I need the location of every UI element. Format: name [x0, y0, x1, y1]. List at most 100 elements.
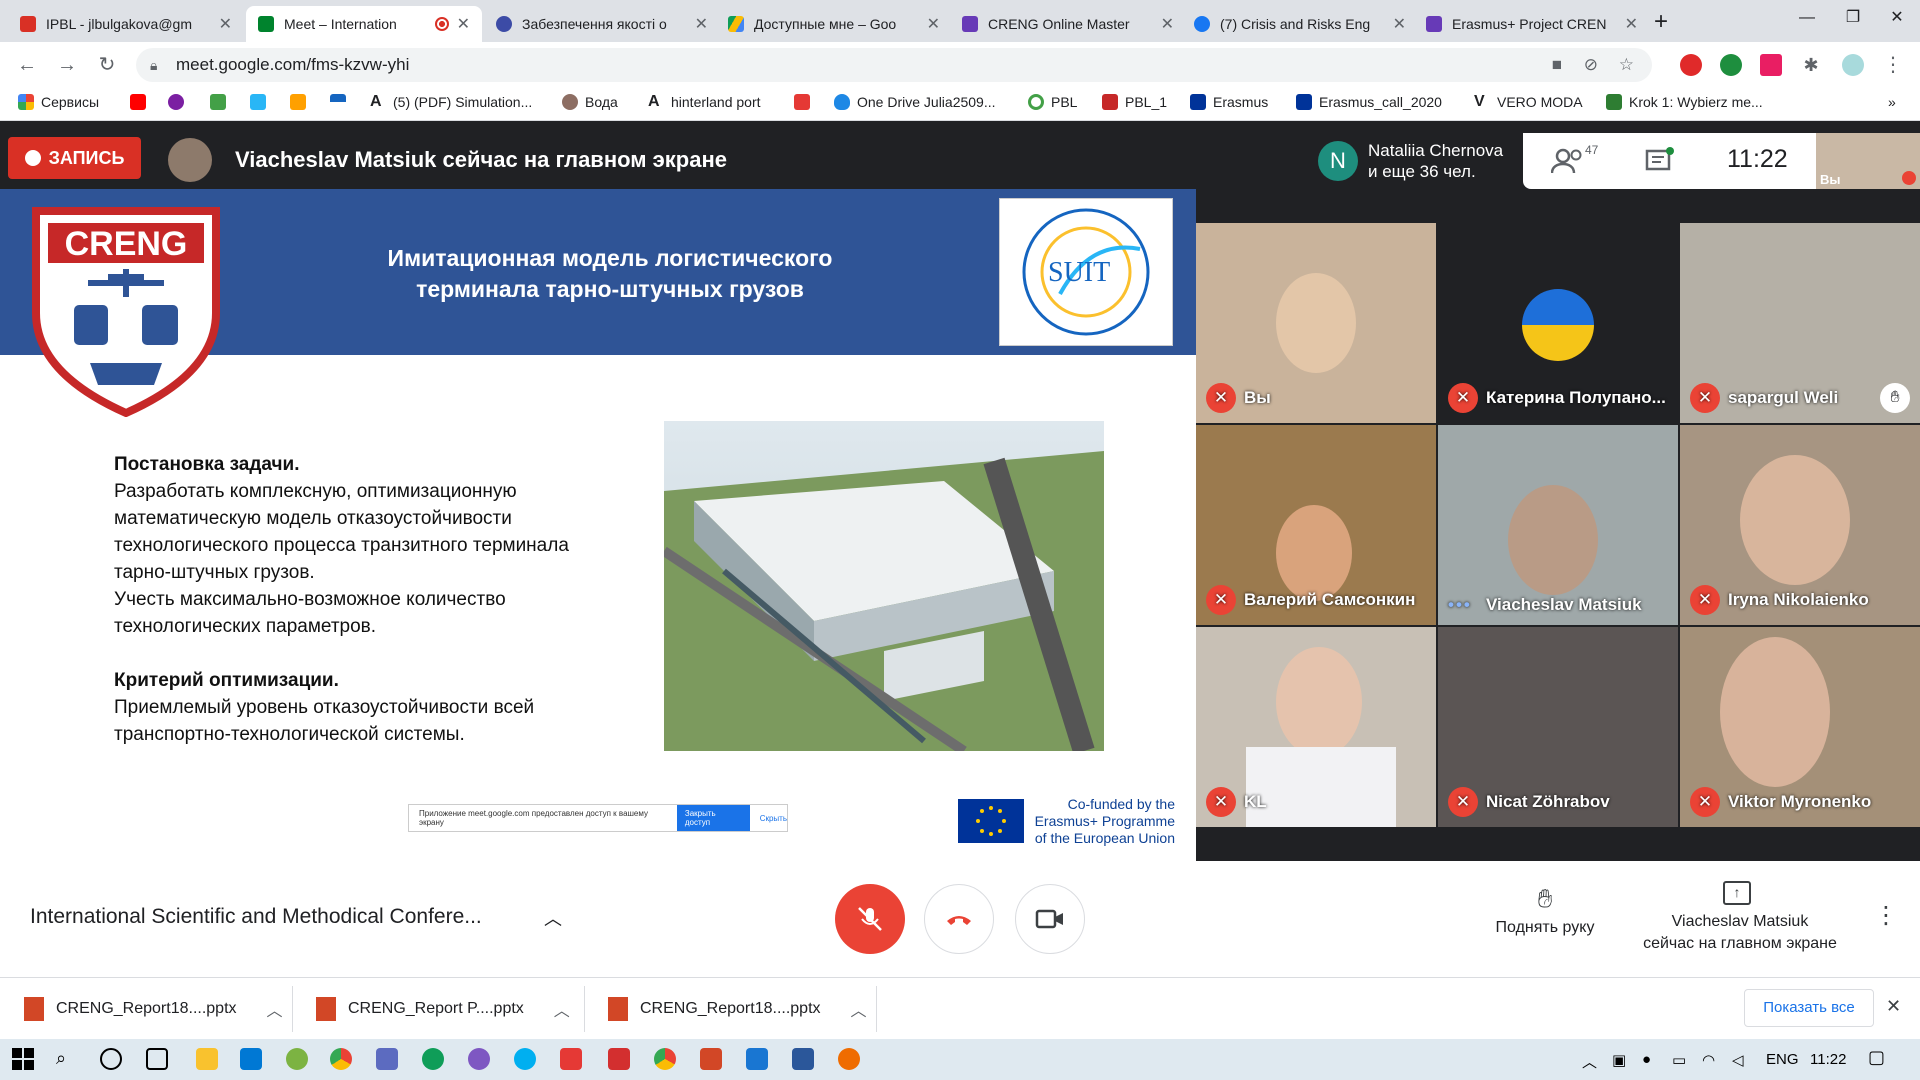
camera-toggle-button[interactable]	[1015, 884, 1085, 954]
address-bar[interactable]: 🔒︎ meet.google.com/fms-kzvw-yhi ■ ⊘ ☆	[136, 48, 1652, 82]
powerpoint-icon[interactable]	[700, 1048, 722, 1070]
notifications-icon[interactable]: ▢	[1868, 1047, 1885, 1068]
download-item[interactable]: CRENG_Report P....pptx ︿	[316, 992, 570, 1026]
bookmark-erasmus-call[interactable]: Erasmus_call_2020	[1296, 94, 1442, 110]
chrome-icon[interactable]	[330, 1048, 352, 1070]
restore-window-icon[interactable]: ❐	[1830, 0, 1876, 36]
close-downloads-icon[interactable]: ✕	[1886, 996, 1901, 1017]
bookmark-pbl1[interactable]: PBL_1	[1102, 94, 1167, 110]
edge-icon[interactable]	[422, 1048, 444, 1070]
raise-hand-label[interactable]: Поднять руку	[1480, 919, 1610, 937]
app-icon[interactable]	[746, 1048, 768, 1070]
new-tab-button[interactable]: +	[1654, 8, 1668, 36]
cortana-icon[interactable]	[100, 1048, 122, 1070]
show-all-downloads-button[interactable]: Показать все	[1744, 989, 1874, 1027]
browser-menu-icon[interactable]: ⋮	[1882, 54, 1904, 76]
bookmark-pdf-simulation[interactable]: A (5) (PDF) Simulation...	[370, 94, 532, 111]
bookmark-site[interactable]	[168, 94, 191, 110]
browser-tab[interactable]: Erasmus+ Project CREN ✕	[1414, 6, 1650, 42]
task-view-icon[interactable]	[146, 1048, 168, 1070]
taskbar-clock[interactable]: 11:22	[1810, 1051, 1846, 1068]
chevron-up-icon[interactable]: ︿	[554, 997, 570, 1021]
language-indicator[interactable]: ENG	[1766, 1051, 1799, 1068]
bookmark-site[interactable]	[330, 94, 353, 110]
windows-start-icon[interactable]	[12, 1048, 34, 1070]
participant-tile[interactable]: ✕ KL	[1196, 627, 1436, 827]
chevron-up-icon[interactable]: ︿	[851, 997, 867, 1021]
file-explorer-icon[interactable]	[196, 1048, 218, 1070]
bookmark-apps[interactable]: Сервисы	[18, 94, 99, 110]
browser-tab-active[interactable]: Meet – Internation ✕	[246, 6, 482, 42]
participant-tile[interactable]: ✕ Iryna Nikolaienko	[1680, 425, 1920, 625]
bookmark-star-icon[interactable]: ☆	[1619, 48, 1634, 82]
chrome-icon[interactable]	[654, 1048, 676, 1070]
search-icon[interactable]: ⌕	[56, 1048, 78, 1070]
puzzle-extensions-icon[interactable]: ✱	[1800, 54, 1822, 76]
battery-icon[interactable]: ▭	[1672, 1051, 1686, 1069]
word-icon[interactable]	[792, 1048, 814, 1070]
more-bookmarks-button[interactable]: »	[1888, 94, 1896, 110]
bookmark-hinterland[interactable]: Ahinterland port	[648, 94, 761, 111]
shield-extension-icon[interactable]	[1720, 54, 1742, 76]
app-icon[interactable]	[376, 1048, 398, 1070]
close-tab-icon[interactable]: ✕	[927, 14, 940, 34]
notifications-blocked-icon[interactable]: ⊘	[1584, 48, 1598, 82]
forward-icon[interactable]: →	[52, 50, 82, 80]
participant-tile[interactable]: ✕ Катерина Полупано...	[1438, 223, 1678, 423]
meeting-title[interactable]: International Scientific and Methodical …	[30, 905, 482, 929]
present-now-icon[interactable]: ↑	[1723, 881, 1751, 905]
bookmark-youtube[interactable]	[130, 94, 153, 110]
app-icon[interactable]	[240, 1048, 262, 1070]
chevron-up-icon[interactable]: ︿	[267, 997, 283, 1021]
app-icon[interactable]	[838, 1048, 860, 1070]
bookmark-erasmus[interactable]: Erasmus	[1190, 94, 1268, 110]
download-item[interactable]: CRENG_Report18....pptx ︿	[608, 992, 867, 1026]
wifi-icon[interactable]: ◠	[1702, 1051, 1715, 1069]
presenting-status[interactable]: Viacheslav Matsiuk сейчас на главном экра…	[1620, 911, 1860, 955]
raise-hand-icon[interactable]: ✋︎	[1530, 883, 1560, 913]
bookmark-krok[interactable]: Krok 1: Wybierz me...	[1606, 94, 1763, 110]
self-view-thumbnail[interactable]: Вы	[1816, 133, 1920, 189]
close-tab-icon[interactable]: ✕	[219, 14, 232, 34]
bookmark-vero-moda[interactable]: V VERO MODA	[1474, 94, 1583, 111]
close-tab-icon[interactable]: ✕	[1393, 14, 1406, 34]
participant-tile[interactable]: ✕ Вы	[1196, 223, 1436, 423]
participant-tile[interactable]: ✕ Валерий Самсонкин	[1196, 425, 1436, 625]
download-item[interactable]: CRENG_Report18....pptx ︿	[24, 992, 283, 1026]
browser-tab[interactable]: Забезпечення якості о ✕	[484, 6, 720, 42]
profile-avatar[interactable]	[1842, 54, 1864, 76]
bookmark-pbl[interactable]: PBL	[1028, 94, 1077, 110]
browser-tab[interactable]: IPBL - jlbulgakova@gm ✕	[8, 6, 244, 42]
browser-tab[interactable]: (7) Crisis and Risks Eng ✕	[1182, 6, 1418, 42]
hide-notice-link[interactable]: Скрыть	[760, 814, 787, 823]
camera-icon[interactable]: ■	[1552, 48, 1562, 82]
close-tab-icon[interactable]: ✕	[457, 14, 470, 34]
stop-sharing-button[interactable]: Закрыть доступ	[676, 805, 750, 831]
participant-tile[interactable]: ••• Viacheslav Matsiuk	[1438, 425, 1678, 625]
bookmark-site[interactable]	[794, 94, 817, 110]
bookmark-site[interactable]	[290, 94, 313, 110]
tray-app-icon[interactable]: ▣	[1612, 1051, 1626, 1069]
chevron-up-icon[interactable]: ︿	[544, 905, 562, 931]
close-tab-icon[interactable]: ✕	[695, 14, 708, 34]
chat-button[interactable]	[1645, 147, 1675, 175]
browser-tab[interactable]: CRENG Online Master ✕	[950, 6, 1186, 42]
mic-toggle-button[interactable]	[835, 884, 905, 954]
app-icon[interactable]	[286, 1048, 308, 1070]
participant-tile[interactable]: ✕ sapargul Weli ✋︎	[1680, 223, 1920, 423]
extension-icon[interactable]	[1760, 54, 1782, 76]
people-button[interactable]: 47	[1550, 143, 1598, 175]
close-window-icon[interactable]: ✕	[1874, 0, 1920, 36]
skype-icon[interactable]	[514, 1048, 536, 1070]
participant-tile[interactable]: ✕ Viktor Myronenko	[1680, 627, 1920, 827]
reload-icon[interactable]: ↻	[92, 50, 122, 80]
app-icon[interactable]	[560, 1048, 582, 1070]
app-icon[interactable]	[468, 1048, 490, 1070]
bookmark-voda[interactable]: Вода	[562, 94, 618, 110]
browser-tab[interactable]: Доступные мне – Goo ✕	[716, 6, 952, 42]
bookmark-site[interactable]	[210, 94, 233, 110]
acrobat-icon[interactable]	[608, 1048, 630, 1070]
minimize-window-icon[interactable]: —	[1784, 0, 1830, 36]
microphone-tray-icon[interactable]: ●	[1642, 1051, 1651, 1068]
bookmark-site[interactable]	[250, 94, 273, 110]
